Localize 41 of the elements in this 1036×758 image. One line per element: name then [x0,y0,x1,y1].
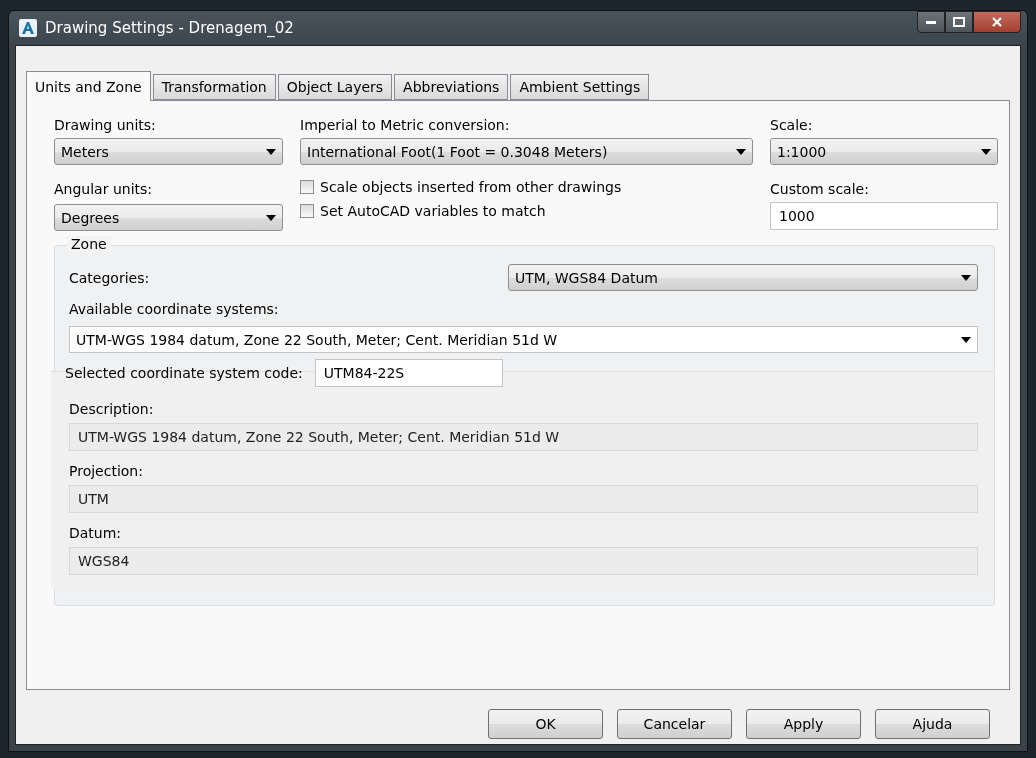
dropdown-value: UTM-WGS 1984 datum, Zone 22 South, Meter; Cent. Meridian 51d W [76,331,558,348]
tab[interactable]: Transformation [152,74,276,100]
code-field[interactable]: UTM84-22S [314,359,503,387]
dialog-button[interactable]: Apply [746,709,861,739]
dialog-button[interactable]: Cancelar [617,709,732,739]
checkbox-label: Set AutoCAD variables to match [320,203,546,219]
field-label: Categories: [69,269,150,286]
readonly-field: UTM [69,485,978,513]
dropdown[interactable]: UTM, WGS84 Datum [508,264,978,291]
readonly-field: UTM-WGS 1984 datum, Zone 22 South, Meter; Cent. Meridian 51d W [69,423,978,451]
window-title: Drawing Settings - Drenagem_02 [45,19,294,37]
field-label: Custom scale: [770,181,870,197]
group-title: Zone [67,236,111,252]
field-label: Angular units: [54,181,154,197]
field-label: Selected coordinate system code: [65,365,303,381]
dropdown[interactable]: 1:1000 [770,138,998,165]
field-label: Description: [69,401,155,417]
field-label: Datum: [69,525,123,541]
tab[interactable]: Ambient Settings [510,74,650,100]
dropdown[interactable]: Degrees [54,204,283,231]
dropdown-value: Meters [61,143,109,160]
dropdown-value: International Foot(1 Foot = 0.3048 Meters) [307,143,608,160]
checkbox-label: Scale objects inserted from other drawings [320,179,622,195]
dialog-button[interactable]: OK [488,709,603,739]
tab[interactable]: Abbreviations [394,74,509,100]
dropdown[interactable]: Meters [54,138,283,165]
dropdown-value: Degrees [61,209,120,226]
field-label: Projection: [69,463,144,479]
field-label: Scale: [770,117,814,133]
field-label: Drawing units: [54,117,157,133]
field-label: Imperial to Metric conversion: [300,117,511,133]
dialog-button[interactable]: Ajuda [875,709,990,739]
field-label: Available coordinate systems: [69,301,280,317]
dropdown[interactable]: UTM-WGS 1984 datum, Zone 22 South, Meter; Cent. Meridian 51d W [69,326,978,353]
tab[interactable]: Object Layers [277,74,393,100]
tab[interactable]: Units and Zone [26,71,151,101]
dropdown[interactable]: International Foot(1 Foot = 0.3048 Meters) [300,138,753,165]
dropdown-value: UTM, WGS84 Datum [515,269,658,286]
custom-scale-field[interactable]: 1000 [770,202,998,230]
readonly-field: WGS84 [69,547,978,575]
dropdown-value: 1:1000 [777,143,827,160]
